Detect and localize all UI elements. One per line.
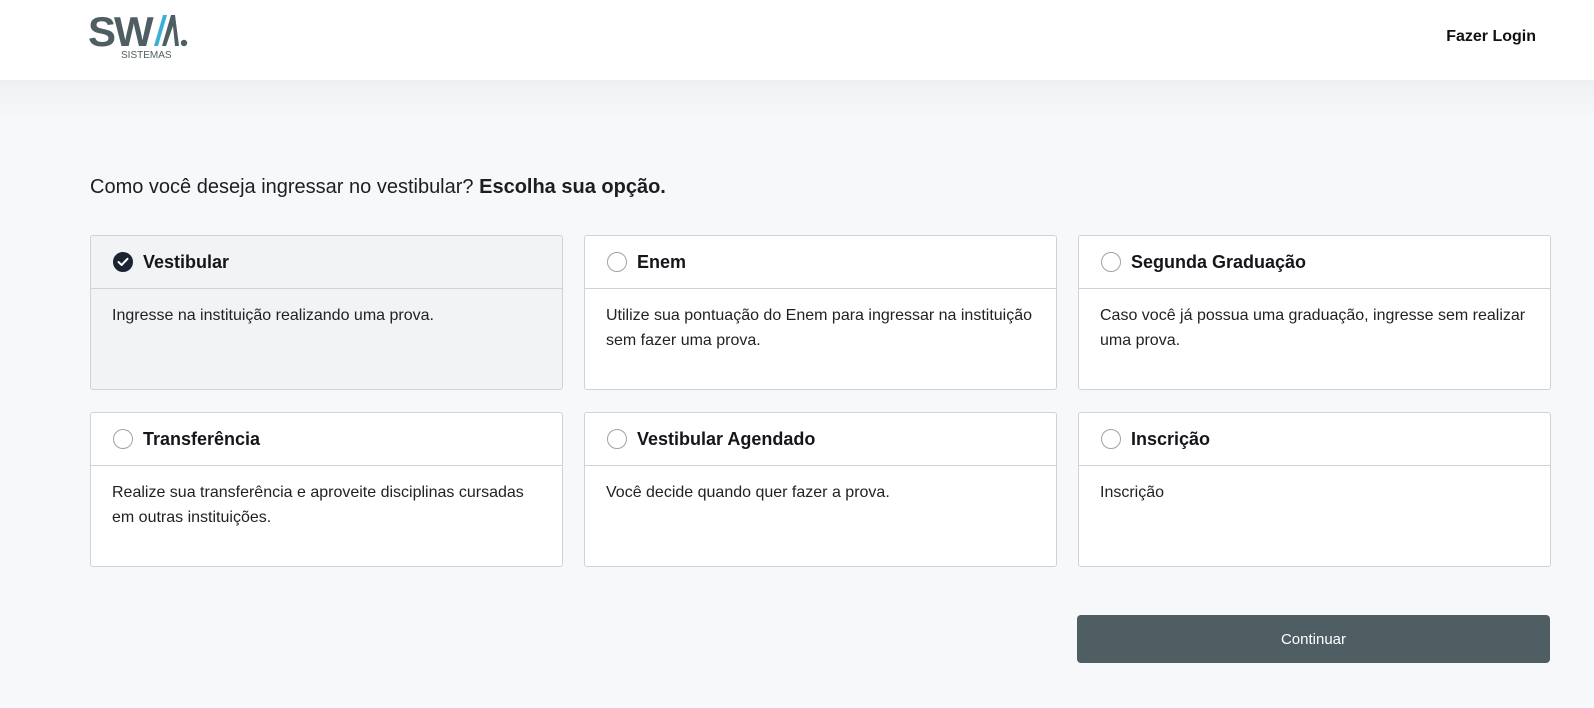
radio-icon[interactable]	[607, 252, 627, 272]
radio-icon[interactable]	[607, 429, 627, 449]
option-card-header: Enem	[585, 236, 1056, 289]
option-title: Enem	[637, 251, 687, 272]
option-card-header: Vestibular	[91, 236, 562, 289]
option-card-header: Transferência	[91, 413, 562, 466]
option-card-vestibular[interactable]: Vestibular Ingresse na instituição reali…	[90, 235, 563, 390]
option-card-header: Vestibular Agendado	[585, 413, 1056, 466]
options-grid: Vestibular Ingresse na instituição reali…	[90, 235, 1551, 567]
option-description: Realize sua transferência e aproveite di…	[112, 484, 524, 526]
option-description: Você decide quando quer fazer a prova.	[606, 484, 890, 501]
svg-text:SW: SW	[88, 12, 154, 55]
option-title: Vestibular	[143, 251, 230, 272]
radio-icon[interactable]	[1101, 429, 1121, 449]
radio-checked-icon[interactable]	[113, 252, 133, 272]
option-card-transferencia[interactable]: Transferência Realize sua transferência …	[90, 412, 563, 567]
swa-logo[interactable]: SW SISTEMAS	[88, 12, 192, 62]
option-description: Inscrição	[1100, 484, 1165, 501]
option-card-inscricao[interactable]: Inscrição Inscrição	[1078, 412, 1551, 567]
radio-icon[interactable]	[113, 429, 133, 449]
header-shadow	[0, 80, 1594, 120]
option-card-segunda-graduacao[interactable]: Segunda Graduação Caso você já possua um…	[1078, 235, 1551, 390]
question-emphasis: Escolha sua opção.	[479, 176, 666, 198]
logo-subtext: SISTEMAS	[121, 50, 172, 61]
option-title: Inscrição	[1131, 428, 1211, 449]
option-title: Transferência	[143, 428, 261, 449]
page-question: Como você deseja ingressar no vestibular…	[90, 176, 666, 199]
login-link[interactable]: Fazer Login	[1446, 28, 1536, 46]
option-description: Utilize sua pontuação do Enem para ingre…	[606, 307, 1033, 349]
continue-button[interactable]: Continuar	[1077, 615, 1550, 663]
option-title: Vestibular Agendado	[637, 428, 816, 449]
option-card-header: Inscrição	[1079, 413, 1550, 466]
option-title: Segunda Graduação	[1131, 251, 1307, 272]
option-card-vestibular-agendado[interactable]: Vestibular Agendado Você decide quando q…	[584, 412, 1057, 567]
option-card-header: Segunda Graduação	[1079, 236, 1550, 289]
option-card-enem[interactable]: Enem Utilize sua pontuação do Enem para …	[584, 235, 1057, 390]
header: SW SISTEMAS Fazer Login	[0, 0, 1594, 80]
question-prefix: Como você deseja ingressar no vestibular…	[90, 176, 474, 198]
option-description: Caso você já possua uma graduação, ingre…	[1100, 307, 1526, 349]
option-description: Ingresse na instituição realizando uma p…	[112, 307, 434, 324]
radio-icon[interactable]	[1101, 252, 1121, 272]
